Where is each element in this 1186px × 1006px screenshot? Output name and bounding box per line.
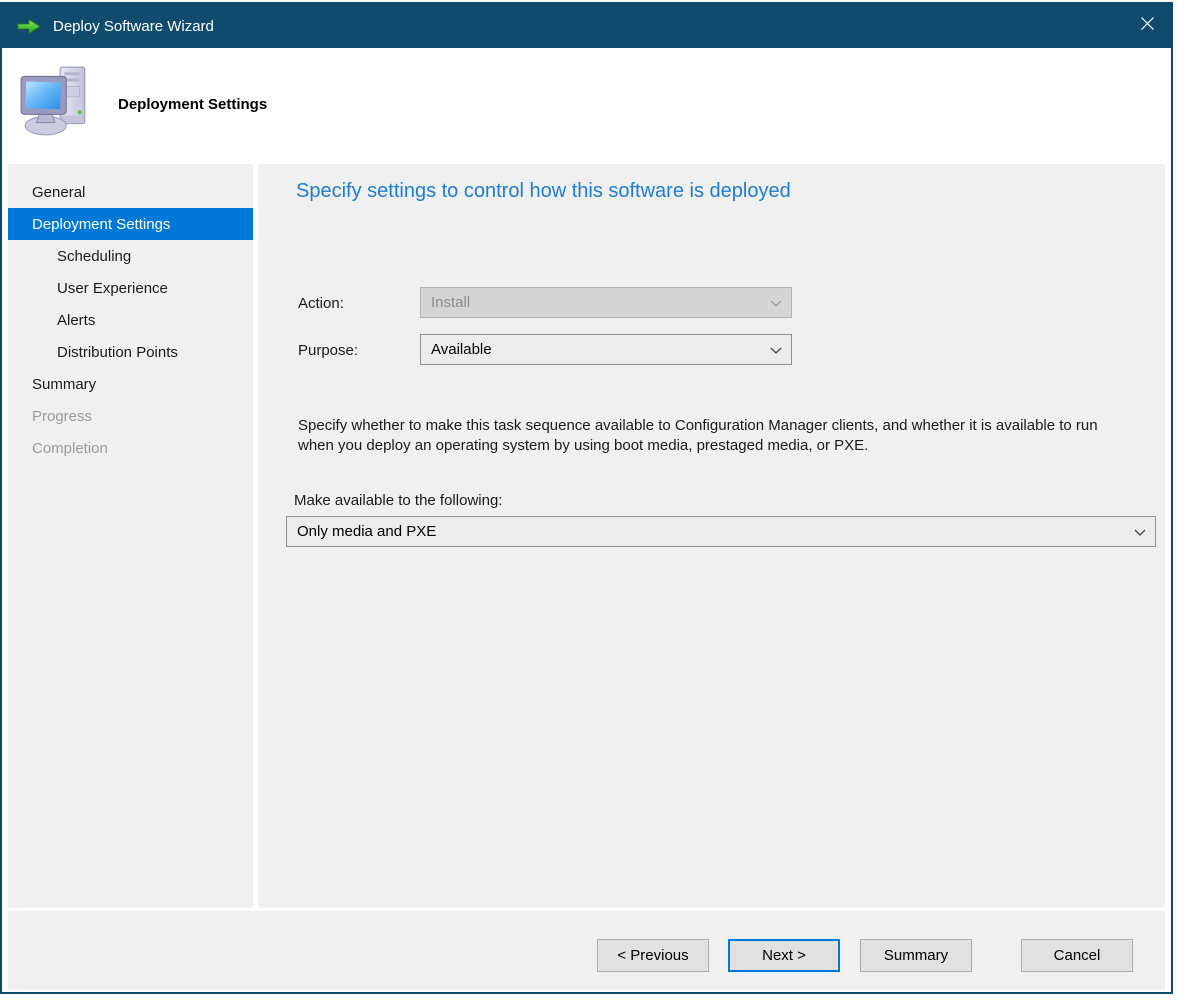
- purpose-value: Available: [431, 341, 492, 358]
- sidebar-item-general[interactable]: General: [8, 176, 253, 208]
- chevron-down-icon: [770, 294, 782, 311]
- wizard-content: Specify settings to control how this sof…: [258, 164, 1165, 908]
- sidebar-item-progress: Progress: [8, 400, 253, 432]
- sidebar-item-user-experience[interactable]: User Experience: [8, 272, 253, 304]
- action-label: Action:: [298, 295, 344, 312]
- close-button[interactable]: [1123, 4, 1171, 48]
- action-value: Install: [431, 294, 470, 311]
- sidebar-item-deployment-settings[interactable]: Deployment Settings: [8, 208, 253, 240]
- purpose-label: Purpose:: [298, 342, 358, 359]
- wizard-window: Deploy Software Wizard: [0, 2, 1173, 994]
- chevron-down-icon: [770, 341, 782, 358]
- computer-icon: [17, 62, 95, 140]
- sidebar-item-distribution-points[interactable]: Distribution Points: [8, 336, 253, 368]
- description-text: Specify whether to make this task sequen…: [298, 416, 1116, 456]
- sidebar-item-scheduling[interactable]: Scheduling: [8, 240, 253, 272]
- action-select: Install: [420, 287, 792, 318]
- availability-value: Only media and PXE: [297, 523, 436, 540]
- chevron-down-icon: [1134, 523, 1146, 540]
- wizard-footer: < Previous Next > Summary Cancel: [8, 911, 1165, 990]
- window-title: Deploy Software Wizard: [53, 18, 214, 35]
- close-icon: [1140, 16, 1155, 36]
- deploy-arrow-icon: [16, 16, 42, 37]
- purpose-select[interactable]: Available: [420, 334, 792, 365]
- availability-select[interactable]: Only media and PXE: [286, 516, 1156, 547]
- page-step-title: Deployment Settings: [118, 96, 267, 113]
- titlebar: Deploy Software Wizard: [2, 4, 1171, 48]
- availability-label: Make available to the following:: [294, 492, 502, 509]
- cancel-button[interactable]: Cancel: [1021, 939, 1133, 972]
- sidebar-item-summary[interactable]: Summary: [8, 368, 253, 400]
- summary-button[interactable]: Summary: [860, 939, 972, 972]
- previous-button[interactable]: < Previous: [597, 939, 709, 972]
- sidebar-item-alerts[interactable]: Alerts: [8, 304, 253, 336]
- sidebar-item-completion: Completion: [8, 432, 253, 464]
- wizard-header: Deployment Settings: [2, 48, 1171, 164]
- wizard-nav: General Deployment Settings Scheduling U…: [8, 164, 253, 908]
- next-button[interactable]: Next >: [728, 939, 840, 972]
- page-title: Specify settings to control how this sof…: [296, 180, 791, 203]
